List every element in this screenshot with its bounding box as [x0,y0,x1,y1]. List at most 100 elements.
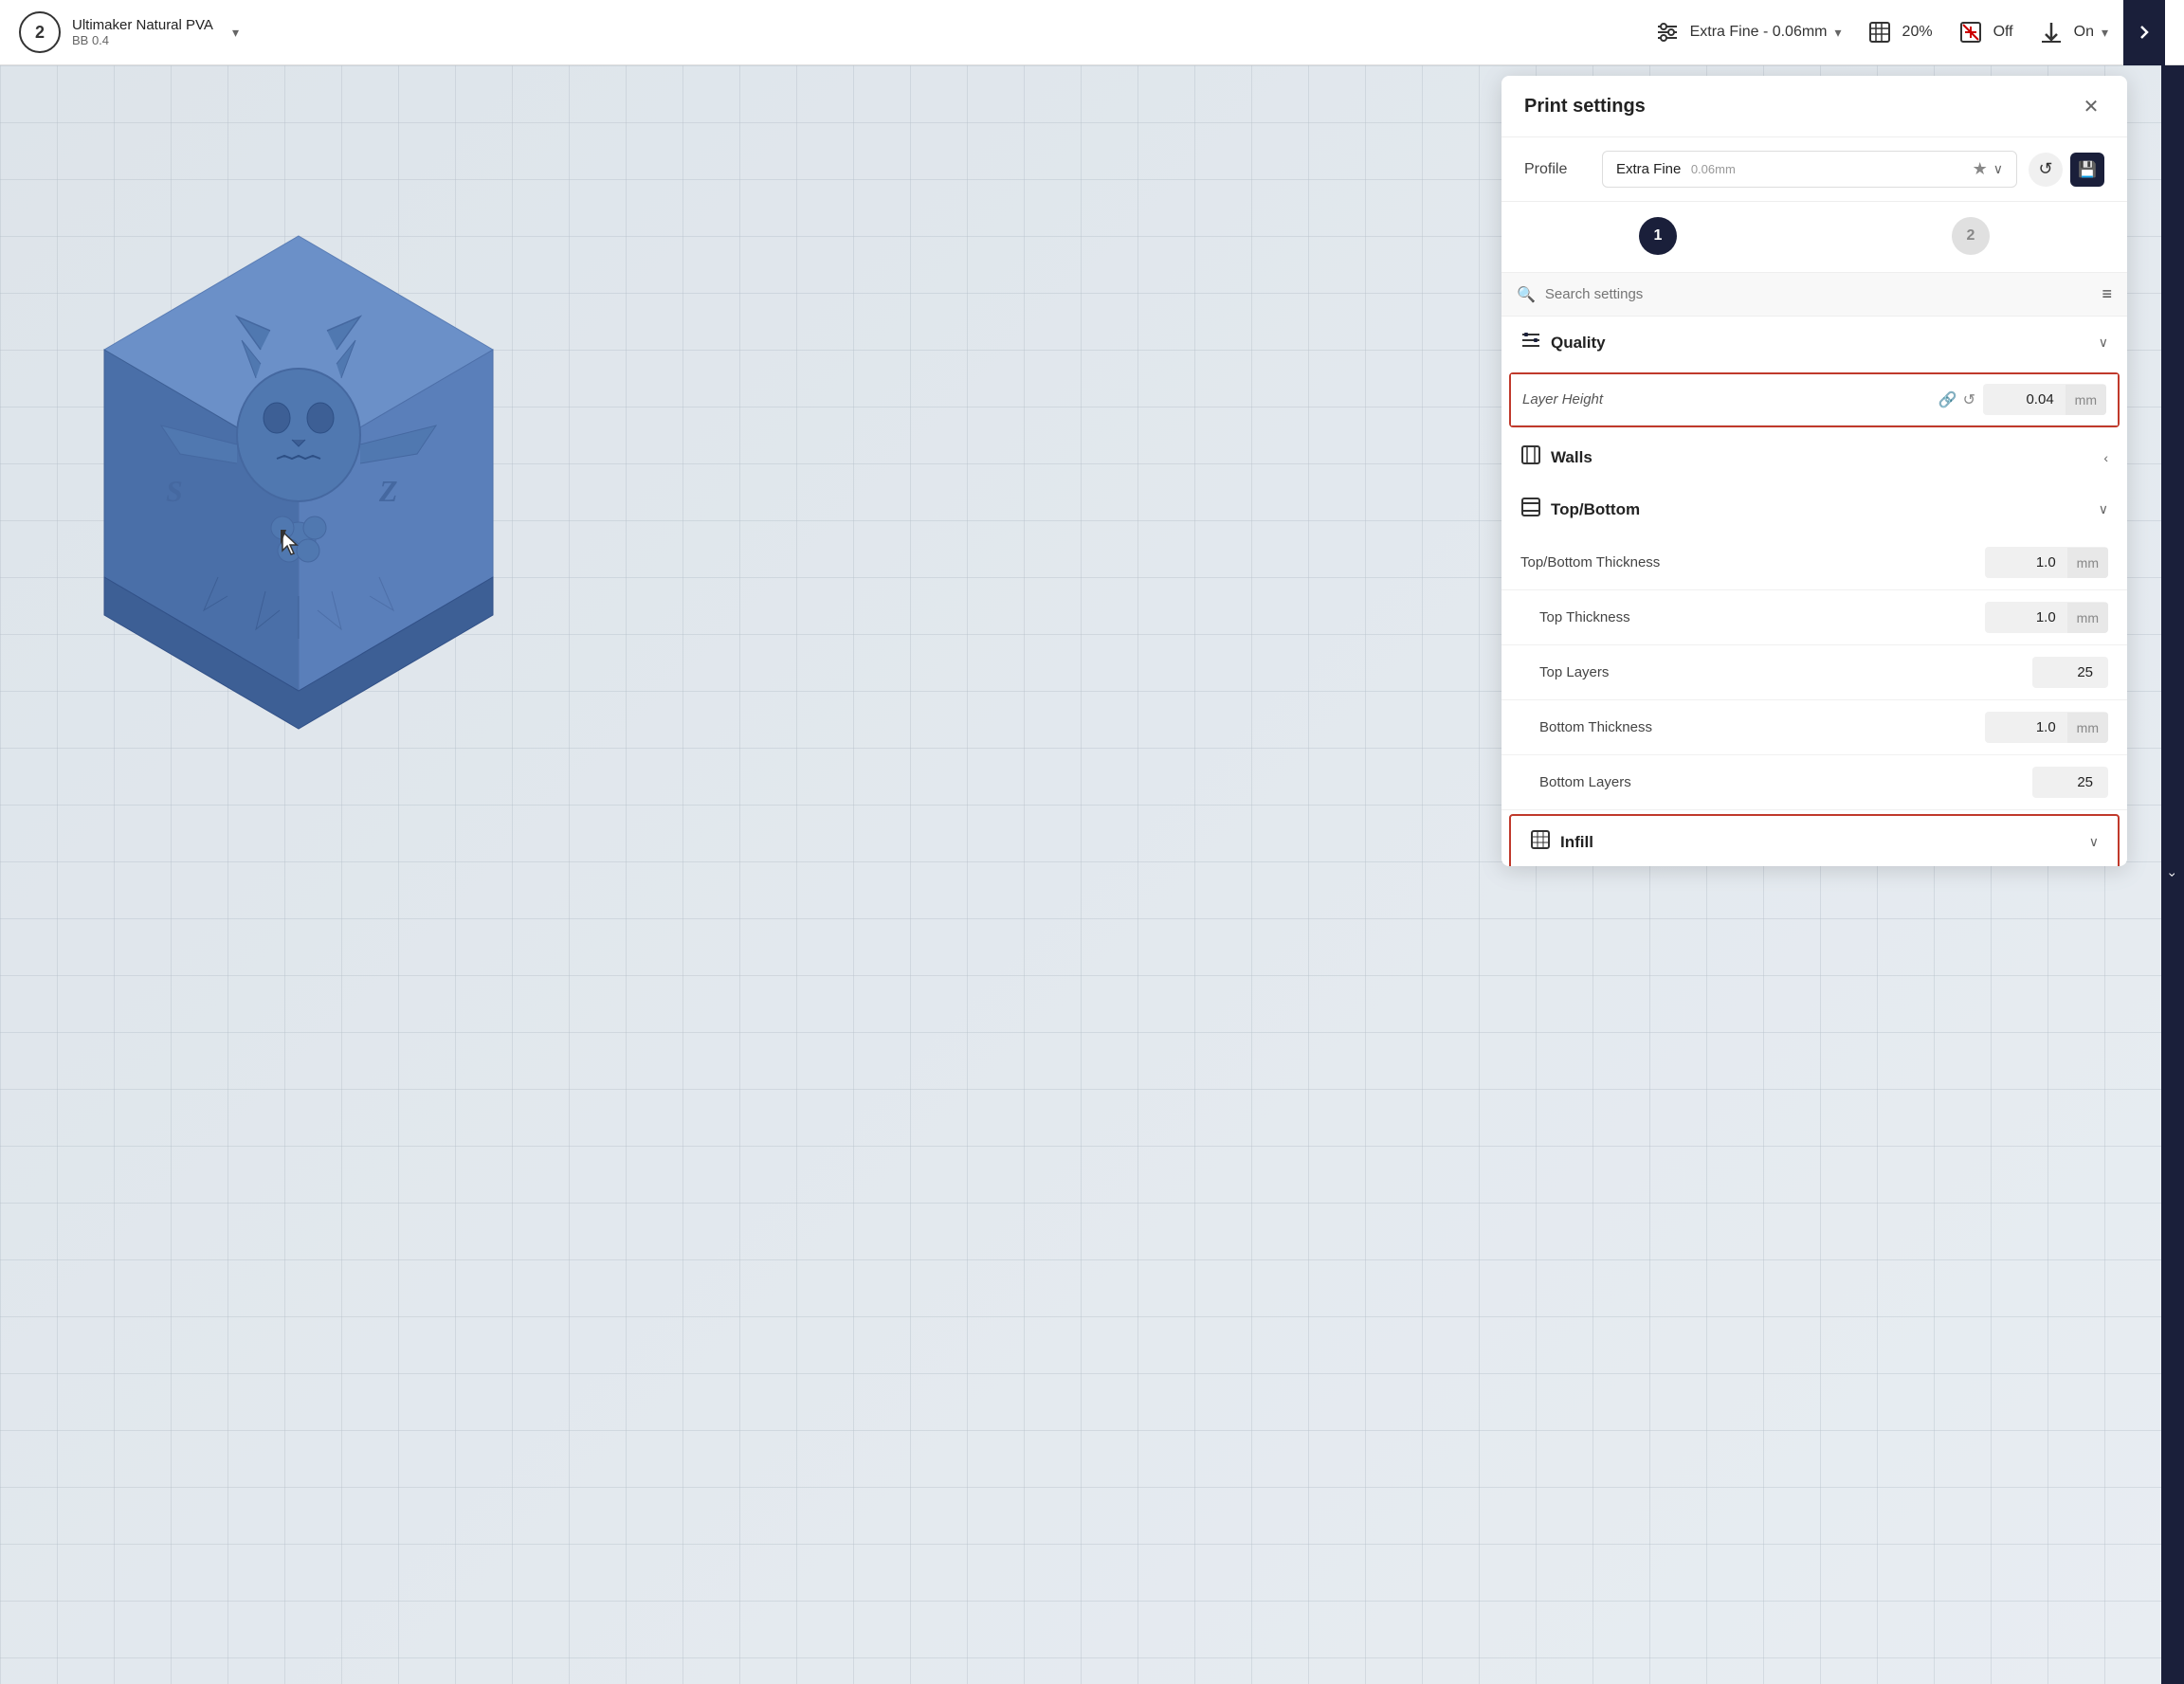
material-dropdown-arrow: ▾ [232,25,239,41]
infill-label: 20% [1902,24,1933,41]
top-thickness-row: Top Thickness 1.0 mm [1502,590,2127,645]
top-bottom-section-header[interactable]: Top/Bottom ∨ [1502,483,2127,535]
profile-chevron-icon: ∨ [1993,161,2003,177]
adhesion-toolbar-item[interactable]: On ▾ [2036,17,2108,47]
search-icon: 🔍 [1517,285,1536,304]
top-bottom-section-left: Top/Bottom [1520,497,1640,522]
walls-section-header[interactable]: Walls ‹ [1502,431,2127,483]
toolbar: 2 Ultimaker Natural PVA BB 0.4 ▾ Extr [0,0,2184,65]
adhesion-icon [2036,17,2066,47]
quality-chevron-icon: ∨ [2099,335,2108,351]
top-thickness-label: Top Thickness [1520,609,1985,625]
material-dropdown[interactable]: ▾ [225,21,246,45]
bottom-thickness-value: 1.0 [1985,712,2067,743]
infill-section-icon [1530,829,1551,855]
top-bottom-section-icon [1520,497,1541,522]
svg-text:S: S [166,474,183,508]
svg-text:Z: Z [378,474,398,508]
top-bottom-section: Top/Bottom ∨ Top/Bottom Thickness 1.0 mm… [1502,483,2127,810]
infill-section-header[interactable]: Infill ∨ [1511,816,2118,866]
profile-save-btn[interactable]: 💾 [2070,153,2104,187]
bottom-thickness-value-box: 1.0 mm [1985,712,2108,743]
search-bar: 🔍 ≡ [1502,273,2127,317]
top-layers-row: Top Layers 25 [1502,645,2127,700]
quality-label: Extra Fine - 0.06mm [1690,24,1828,41]
top-bottom-thickness-value: 1.0 [1985,547,2067,578]
layer-height-undo-icon[interactable]: ↺ [1963,390,1975,409]
support-toolbar-item[interactable]: Off [1956,17,2013,47]
infill-chevron-icon: ∨ [2089,834,2099,850]
layer-height-value-box: 0.04 mm [1983,384,2106,415]
support-icon [1956,17,1986,47]
quality-toolbar-item[interactable]: Extra Fine - 0.06mm ▾ [1652,17,1842,47]
infill-section-highlighted: Infill ∨ Infill Density 20.0 % Infill Pa… [1509,814,2120,866]
bottom-thickness-unit: mm [2067,713,2108,743]
profile-select[interactable]: Extra Fine 0.06mm ★ ∨ [1602,151,2017,188]
top-bottom-thickness-unit: mm [2067,548,2108,578]
bottom-thickness-row: Bottom Thickness 1.0 mm [1502,700,2127,755]
profile-actions: ↺ 💾 [2029,153,2104,187]
top-layers-label: Top Layers [1520,664,2032,680]
print-settings-panel: Print settings ✕ Profile Extra Fine 0.06… [1502,76,2127,866]
quality-section-title: Quality [1551,334,1606,353]
bottom-thickness-label: Bottom Thickness [1520,719,1985,735]
panel-close-btn[interactable]: ✕ [2078,93,2104,119]
top-thickness-value-box: 1.0 mm [1985,602,2108,633]
walls-section-icon [1520,444,1541,470]
tab-2-circle: 2 [1952,217,1990,255]
3d-object: S Z [28,160,569,805]
support-label: Off [1993,24,2013,41]
quality-section-header[interactable]: Quality ∨ [1502,317,2127,369]
tab-1-circle: 1 [1639,217,1677,255]
material-info: Ultimaker Natural PVA BB 0.4 [72,17,213,47]
top-bottom-thickness-value-box: 1.0 mm [1985,547,2108,578]
quality-dropdown-arrow: ▾ [1835,25,1842,41]
material-sub: BB 0.4 [72,33,213,47]
layer-height-row: Layer Height 🔗 ↺ 0.04 mm [1511,374,2118,426]
infill-toolbar-item[interactable]: 20% [1865,17,1933,47]
tab-2[interactable]: 2 [1814,202,2127,272]
toolbar-right: Extra Fine - 0.06mm ▾ 20% [1652,17,2108,47]
nozzle-badge: 2 [19,11,61,53]
top-layers-value: 25 [2032,657,2108,688]
layer-height-link-icon[interactable]: 🔗 [1938,390,1957,409]
walls-section: Walls ‹ [1502,431,2127,483]
toolbar-expand-btn[interactable] [2123,0,2165,65]
adhesion-dropdown-arrow: ▾ [2102,25,2108,41]
quality-icon [1652,17,1683,47]
material-name: Ultimaker Natural PVA [72,17,213,33]
top-bottom-thickness-label: Top/Bottom Thickness [1520,554,1985,570]
layer-height-label: Layer Height [1522,391,1938,407]
profile-row: Profile Extra Fine 0.06mm ★ ∨ ↺ 💾 [1502,137,2127,202]
save-icon: 💾 [2078,160,2097,179]
settings-menu-icon[interactable]: ≡ [2102,284,2112,304]
infill-section-left: Infill [1530,829,1593,855]
quality-section-icon [1520,330,1541,355]
tab-1[interactable]: 1 [1502,202,1814,272]
adhesion-label: On [2074,24,2094,41]
profile-label: Profile [1524,161,1591,178]
infill-section-title: Infill [1560,833,1593,852]
layer-height-row-highlighted: Layer Height 🔗 ↺ 0.04 mm [1509,372,2120,427]
top-bottom-section-title: Top/Bottom [1551,500,1640,519]
top-bottom-thickness-row: Top/Bottom Thickness 1.0 mm [1502,535,2127,590]
profile-undo-btn[interactable]: ↺ [2029,153,2063,187]
profile-select-sub: 0.06mm [1691,162,1736,176]
top-bottom-chevron-icon: ∨ [2099,501,2108,517]
bottom-layers-value: 25 [2032,767,2108,798]
panel-header: Print settings ✕ [1502,76,2127,137]
quality-section: Quality ∨ Layer Height 🔗 ↺ 0.04 mm [1502,317,2127,427]
infill-toolbar-icon [1865,17,1895,47]
bottom-layers-row: Bottom Layers 25 [1502,755,2127,810]
layer-height-actions: 🔗 ↺ [1938,390,1975,409]
profile-select-text: Extra Fine [1616,161,1681,177]
search-input[interactable] [1545,286,2093,302]
walls-section-left: Walls [1520,444,1592,470]
toolbar-left: 2 Ultimaker Natural PVA BB 0.4 ▾ [19,11,246,53]
undo-icon: ↺ [2038,159,2052,179]
panel-title: Print settings [1524,96,1646,118]
layer-height-unit: mm [2066,385,2106,415]
walls-section-title: Walls [1551,448,1592,467]
settings-content: Quality ∨ Layer Height 🔗 ↺ 0.04 mm [1502,317,2127,866]
top-thickness-value: 1.0 [1985,602,2067,633]
